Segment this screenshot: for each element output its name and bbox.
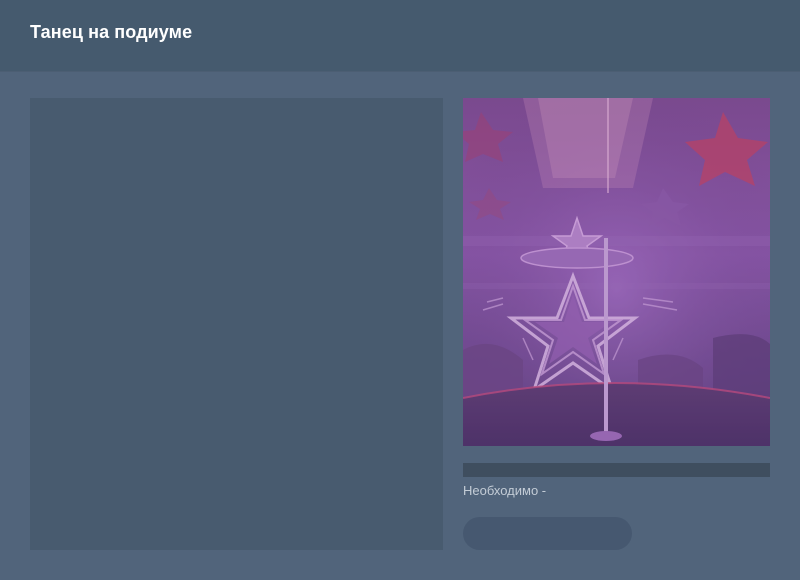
left-content-panel (30, 98, 443, 550)
top-header: Танец на подиуме (0, 0, 800, 71)
page-title: Танец на подиуме (30, 22, 193, 42)
action-button[interactable] (463, 517, 632, 550)
progress-bar (463, 463, 770, 477)
requirement-label: Необходимо - (463, 483, 547, 498)
club-stage-image (463, 98, 770, 446)
